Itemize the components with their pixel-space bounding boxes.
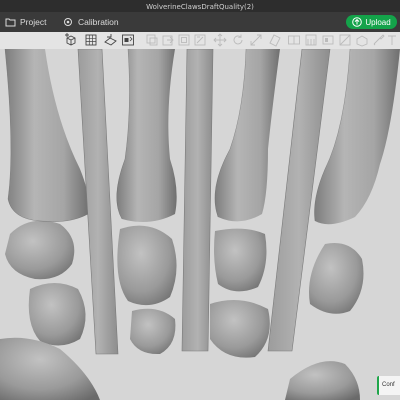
carpal-fragments — [0, 220, 364, 400]
tab-calibration[interactable]: Calibration — [62, 16, 119, 28]
copy-icon[interactable] — [145, 33, 159, 47]
rotate-icon[interactable] — [231, 33, 245, 47]
split-icon[interactable] — [287, 33, 301, 47]
folder-icon — [4, 16, 16, 28]
support-icon[interactable] — [304, 33, 318, 47]
layout-icon[interactable] — [121, 33, 135, 47]
cut-icon[interactable] — [268, 33, 282, 47]
upload-button[interactable]: Upload — [346, 15, 397, 29]
calibration-icon — [62, 16, 74, 28]
select-icon[interactable] — [193, 33, 207, 47]
toolbar — [0, 32, 400, 50]
plate-icon[interactable] — [103, 33, 117, 47]
delete-icon[interactable] — [177, 33, 191, 47]
measure-icon[interactable] — [355, 33, 369, 47]
assemble-icon[interactable] — [372, 33, 386, 47]
tab-project[interactable]: Project — [4, 16, 46, 28]
edit-icon[interactable] — [161, 33, 175, 47]
grid-icon[interactable] — [84, 33, 98, 47]
move-icon[interactable] — [213, 33, 227, 47]
upload-icon — [352, 17, 363, 27]
tab-calibration-label: Calibration — [78, 17, 119, 27]
upload-label: Upload — [365, 17, 391, 27]
color-icon[interactable] — [338, 33, 352, 47]
add-model-icon[interactable] — [64, 33, 78, 47]
model-render — [0, 49, 400, 400]
seam-icon[interactable] — [321, 33, 335, 47]
window-title: WolverineClawsDraftQuality(2) — [146, 3, 254, 11]
scale-icon[interactable] — [249, 33, 263, 47]
claw-blades — [77, 49, 331, 355]
notification-toast[interactable]: Conf — [377, 376, 400, 395]
top-bar: Project Calibration Upload — [0, 12, 400, 32]
tab-project-label: Project — [20, 17, 47, 27]
3d-viewport[interactable] — [0, 49, 400, 400]
notification-text: Conf — [382, 382, 395, 388]
text-icon[interactable] — [387, 33, 400, 47]
